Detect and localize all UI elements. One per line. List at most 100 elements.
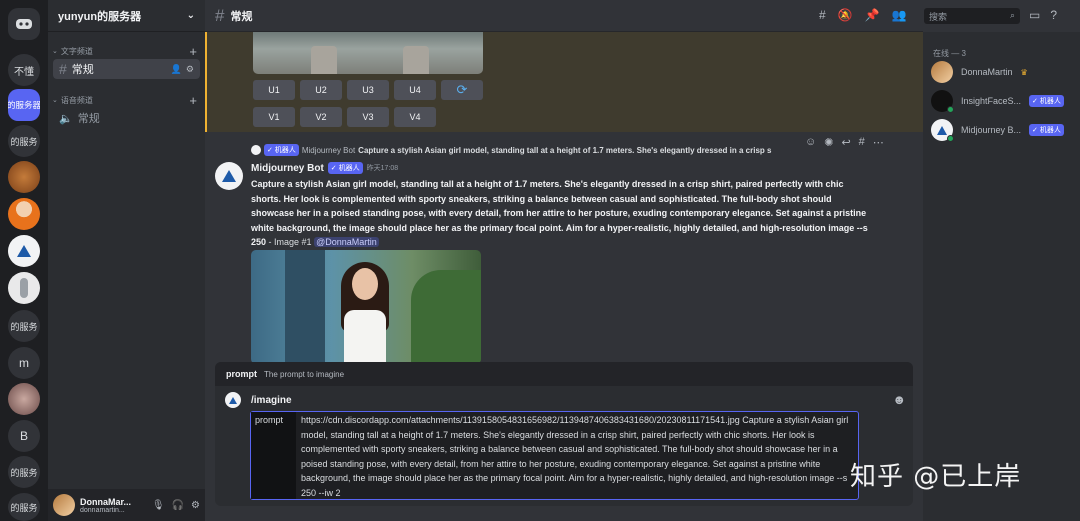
- prompt-value[interactable]: https://cdn.discordapp.com/attachments/1…: [296, 412, 858, 499]
- variation-button-row: V1 V2 V3 V4: [253, 107, 436, 127]
- v2-button[interactable]: V2: [300, 107, 342, 127]
- image-detail: [403, 46, 429, 74]
- server-name: yunyun的服务器: [58, 10, 142, 23]
- member-list-header: 在线 — 3: [933, 49, 966, 58]
- option-name: prompt: [226, 369, 257, 379]
- reroll-button[interactable]: ⟳: [441, 80, 483, 100]
- thread-icon[interactable]: #: [859, 136, 865, 149]
- server-icon[interactable]: 的服务: [8, 125, 40, 157]
- member-item[interactable]: DonnaMartin ♛: [931, 60, 1076, 84]
- server-rail: 不懂 的服务器 的服务 的服务 m B 的服务 的服务: [0, 0, 48, 521]
- gear-icon[interactable]: ⚙: [191, 500, 200, 511]
- discord-home-button[interactable]: [8, 8, 40, 40]
- image-attachment[interactable]: [253, 32, 483, 74]
- image-attachment[interactable]: [251, 250, 481, 364]
- server-icon[interactable]: 的服务: [8, 493, 40, 521]
- bot-badge: ✓ 机器人: [327, 162, 363, 174]
- crown-icon: ♛: [1020, 67, 1028, 77]
- gear-icon[interactable]: ⚙: [186, 64, 194, 75]
- member-name: InsightFaceS...: [961, 96, 1022, 106]
- emoji-icon[interactable]: ☻: [892, 392, 906, 407]
- avatar[interactable]: [215, 162, 243, 190]
- slash-command-composer: prompt The prompt to imagine /imagine ☻ …: [215, 362, 913, 506]
- command-row: /imagine: [225, 392, 292, 408]
- message-header: Midjourney Bot ✓ 机器人 昨天17:08: [251, 162, 398, 174]
- u1-button[interactable]: U1: [253, 80, 295, 100]
- invite-icon[interactable]: 👤: [171, 64, 182, 75]
- add-channel-icon[interactable]: +: [189, 44, 197, 59]
- server-header[interactable]: yunyun的服务器 ⌄: [48, 0, 205, 32]
- image-detail: [352, 268, 378, 300]
- voice-channel-item-general[interactable]: 🔈 常规: [53, 108, 200, 128]
- server-icon-midjourney[interactable]: [8, 235, 40, 267]
- discord-app: 不懂 的服务器 的服务 的服务 m B 的服务 的服务 yunyun的服务器 ⌄…: [0, 0, 1080, 521]
- help-icon[interactable]: ?: [1050, 8, 1057, 22]
- toolbar-right: ▭ ?: [1029, 8, 1057, 22]
- prompt-input[interactable]: prompt https://cdn.discordapp.com/attach…: [250, 411, 859, 500]
- prompt-label: prompt: [251, 412, 296, 499]
- server-icon[interactable]: B: [8, 420, 40, 452]
- u4-button[interactable]: U4: [394, 80, 436, 100]
- bot-badge: ✓ 机器人: [264, 144, 299, 156]
- v4-button[interactable]: V4: [394, 107, 436, 127]
- more-icon[interactable]: ⋯: [873, 136, 884, 149]
- channel-item-general[interactable]: # 常规 👤 ⚙: [53, 59, 200, 79]
- user-name: DonnaMar...: [80, 496, 132, 507]
- server-icon-active[interactable]: 的服务器: [8, 89, 40, 121]
- notification-mute-icon[interactable]: 🔕: [838, 8, 853, 22]
- v3-button[interactable]: V3: [347, 107, 389, 127]
- inbox-icon[interactable]: ▭: [1029, 8, 1040, 22]
- chat-area: # 常规 U1 U2 U3 U4 ⟳ V1 V2 V3 V4 ✓ 机器人 Mid…: [205, 0, 923, 521]
- reply-snippet: Capture a stylish Asian girl model, stan…: [358, 145, 772, 155]
- image-detail: [285, 250, 325, 364]
- member-list-icon[interactable]: 👥: [892, 8, 907, 22]
- member-name: DonnaMartin: [961, 67, 1013, 77]
- member-list: 在线 — 3 DonnaMartin ♛ InsightFaceS... ✓ 机…: [923, 32, 1080, 521]
- category-voice-channels[interactable]: ⌄ 语音频道 +: [48, 92, 205, 108]
- member-item[interactable]: Midjourney B... ✓ 机器人: [931, 118, 1076, 142]
- server-icon[interactable]: [8, 383, 40, 415]
- boat-icon: [17, 245, 31, 257]
- image-index: - Image #1: [266, 237, 315, 248]
- headphones-icon[interactable]: 🎧: [172, 500, 184, 511]
- caret-icon: ⌄: [52, 48, 58, 55]
- server-icon[interactable]: [8, 198, 40, 230]
- category-text-channels[interactable]: ⌄ 文字频道 +: [48, 43, 205, 59]
- server-icon[interactable]: m: [8, 347, 40, 379]
- upscale-button-row: U1 U2 U3 U4 ⟳: [253, 80, 483, 100]
- message-actions: ☺ ✺ ↩ # ⋯: [801, 136, 888, 149]
- super-reaction-icon[interactable]: ✺: [824, 136, 833, 149]
- server-icon[interactable]: 不懂: [8, 54, 40, 86]
- chevron-down-icon: ⌄: [186, 10, 195, 21]
- reply-icon[interactable]: ↩: [841, 136, 850, 149]
- server-icon[interactable]: [8, 161, 40, 193]
- reply-preview[interactable]: ✓ 机器人 Midjourney Bot Capture a stylish A…: [251, 144, 771, 156]
- caret-icon: ⌄: [52, 97, 58, 104]
- avatar[interactable]: [53, 494, 75, 516]
- watermark: 知乎 @已上岸: [850, 462, 1022, 492]
- u2-button[interactable]: U2: [300, 80, 342, 100]
- avatar: [931, 119, 954, 142]
- add-reaction-icon[interactable]: ☺: [805, 136, 816, 149]
- add-channel-icon[interactable]: +: [189, 93, 197, 108]
- boat-icon: [937, 125, 947, 135]
- search-input[interactable]: 搜索 ⌕: [924, 8, 1020, 24]
- user-panel: DonnaMar... donnamartin... 🎙 🎧 ⚙: [48, 489, 205, 521]
- channel-header: # 常规: [205, 0, 923, 32]
- v1-button[interactable]: V1: [253, 107, 295, 127]
- avatar: [931, 90, 954, 113]
- u3-button[interactable]: U3: [347, 80, 389, 100]
- server-icon[interactable]: 的服务: [8, 456, 40, 488]
- server-icon[interactable]: 的服务: [8, 310, 40, 342]
- pin-icon[interactable]: 📌: [865, 8, 880, 22]
- server-icon[interactable]: [8, 272, 40, 304]
- threads-icon[interactable]: #: [819, 8, 826, 22]
- user-tag: donnamartin...: [80, 506, 125, 514]
- option-hint: prompt The prompt to imagine: [215, 362, 913, 386]
- message-author[interactable]: Midjourney Bot: [251, 163, 324, 174]
- user-mention[interactable]: @DonnaMartin: [314, 237, 379, 248]
- member-item[interactable]: InsightFaceS... ✓ 机器人: [931, 89, 1076, 113]
- boat-icon: [229, 396, 237, 404]
- mute-mic-icon[interactable]: 🎙: [152, 500, 165, 511]
- image-detail: [411, 270, 481, 364]
